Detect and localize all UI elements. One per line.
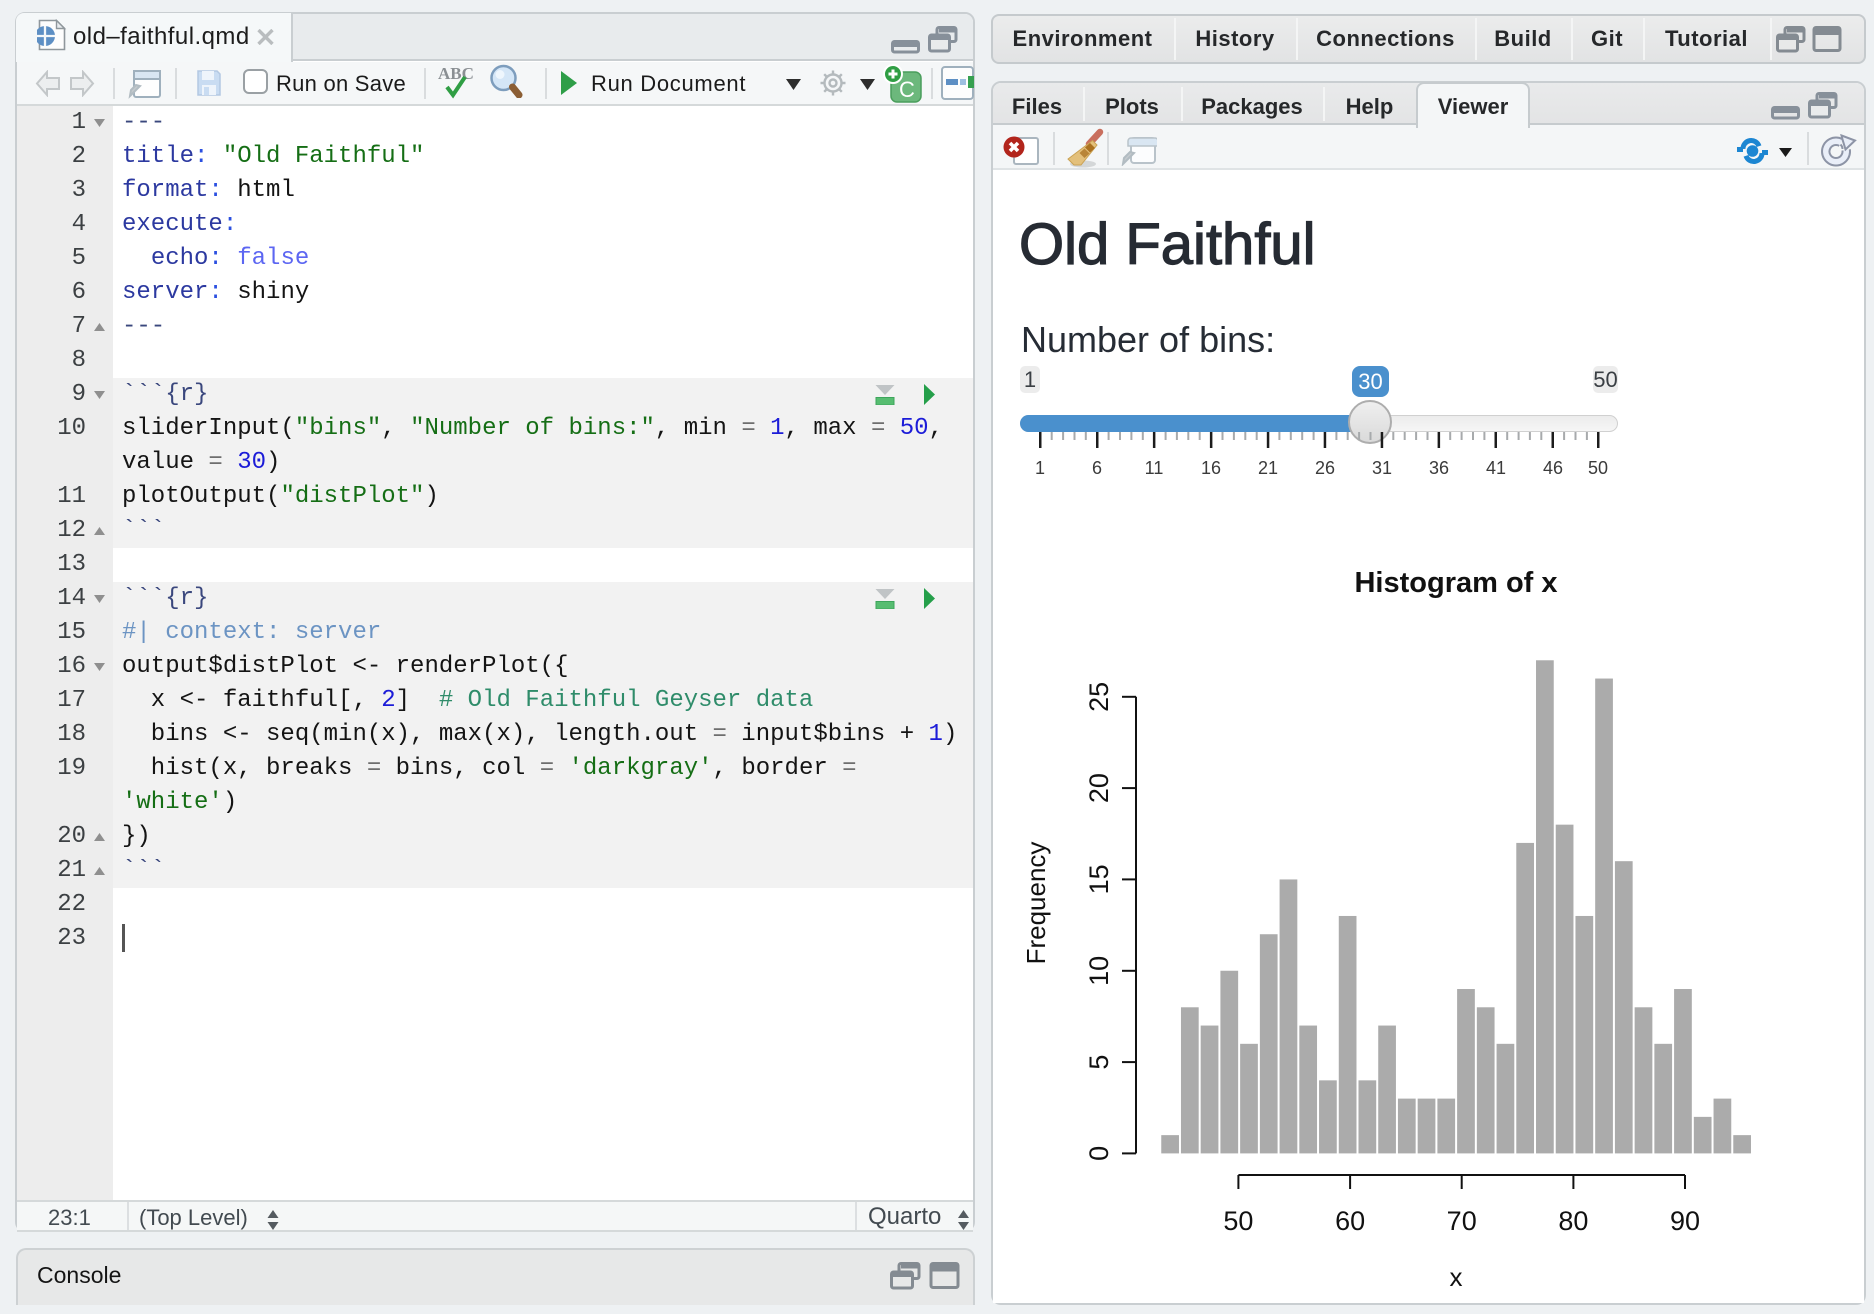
svg-text:C: C <box>899 77 915 102</box>
svg-text:90: 90 <box>1670 1206 1700 1236</box>
svg-text:0: 0 <box>1084 1146 1114 1161</box>
svg-text:60: 60 <box>1335 1206 1365 1236</box>
svg-text:70: 70 <box>1447 1206 1477 1236</box>
svg-text:50: 50 <box>1223 1206 1253 1236</box>
svg-text:10: 10 <box>1084 956 1114 986</box>
svg-text:x: x <box>1450 1262 1463 1292</box>
svg-text:25: 25 <box>1084 682 1114 712</box>
svg-text:Histogram of x: Histogram of x <box>1354 567 1557 599</box>
svg-text:15: 15 <box>1084 864 1114 894</box>
svg-text:20: 20 <box>1084 773 1114 803</box>
svg-text:Frequency: Frequency <box>1021 842 1051 965</box>
svg-text:ABC: ABC <box>438 64 474 83</box>
svg-text:5: 5 <box>1084 1055 1114 1070</box>
svg-text:80: 80 <box>1558 1206 1588 1236</box>
